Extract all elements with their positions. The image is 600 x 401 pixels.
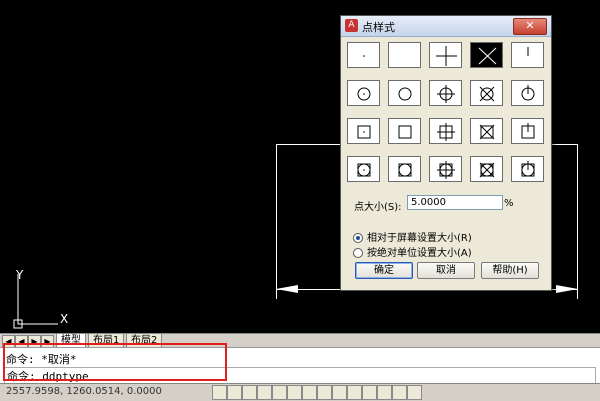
dimension-top-line xyxy=(276,144,340,145)
point-style-grid xyxy=(347,42,544,182)
point-style-circle-square-x[interactable] xyxy=(470,156,503,182)
radio-absolute-row[interactable]: 按绝对单位设置大小(A) xyxy=(353,244,472,259)
cancel-button[interactable]: 取消 xyxy=(417,262,475,279)
point-style-square[interactable] xyxy=(388,118,421,144)
point-style-square-tick[interactable] xyxy=(511,118,544,144)
model-space-icon[interactable] xyxy=(392,385,407,400)
point-style-circle-square-dot[interactable] xyxy=(347,156,380,182)
snap-tracking-icon[interactable] xyxy=(287,385,302,400)
annotation-icon[interactable] xyxy=(407,385,422,400)
point-style-circle-square[interactable] xyxy=(388,156,421,182)
point-style-tick[interactable] xyxy=(511,42,544,68)
radio-relative[interactable] xyxy=(353,233,363,243)
highlight-box xyxy=(3,343,227,381)
grid-display-icon[interactable] xyxy=(227,385,242,400)
ucs-x-label: X xyxy=(60,312,69,326)
dialog-titlebar[interactable]: A 点样式 ✕ xyxy=(341,16,551,37)
point-style-dot[interactable] xyxy=(347,42,380,68)
radio-absolute[interactable] xyxy=(353,248,363,258)
transparency-icon[interactable] xyxy=(377,385,392,400)
ucs-dynamic-icon[interactable] xyxy=(302,385,317,400)
point-style-none[interactable] xyxy=(388,42,421,68)
close-icon: ✕ xyxy=(525,19,535,32)
help-button[interactable]: 帮助(H) xyxy=(481,262,539,279)
dynamic-input-icon[interactable] xyxy=(317,385,332,400)
lineweight-icon[interactable] xyxy=(332,385,347,400)
close-button[interactable]: ✕ xyxy=(513,18,547,35)
point-style-plus[interactable] xyxy=(429,42,462,68)
dimension-top-line-right xyxy=(551,144,578,145)
ucs-y-label: Y xyxy=(16,268,24,282)
point-style-circle-plus[interactable] xyxy=(429,80,462,106)
point-style-circle-x[interactable] xyxy=(470,80,503,106)
dimension-extension-left xyxy=(276,144,277,299)
point-style-circle-square-plus[interactable] xyxy=(429,156,462,182)
polar-tracking-icon[interactable] xyxy=(257,385,272,400)
object-snap-icon[interactable] xyxy=(272,385,287,400)
point-style-dialog: A 点样式 ✕ 点大小(S): 5.0000 % 相对于屏幕设置大小(R) 按绝… xyxy=(340,15,552,291)
point-style-square-dot[interactable] xyxy=(347,118,380,144)
ok-button[interactable]: 确定 xyxy=(355,262,413,279)
coordinates-readout: 2557.9598, 1260.0514, 0.0000 xyxy=(6,386,162,397)
dialog-title: 点样式 xyxy=(362,21,395,34)
point-style-circle-square-tick[interactable] xyxy=(511,156,544,182)
point-style-square-x[interactable] xyxy=(470,118,503,144)
selection-cycling-icon[interactable] xyxy=(362,385,377,400)
radio-relative-row[interactable]: 相对于屏幕设置大小(R) xyxy=(353,229,472,244)
point-style-square-plus[interactable] xyxy=(429,118,462,144)
point-size-label: 点大小(S): xyxy=(354,202,402,213)
point-style-circle[interactable] xyxy=(388,80,421,106)
quick-properties-icon[interactable] xyxy=(347,385,362,400)
dimension-extension-right xyxy=(577,144,578,299)
point-style-circle-tick[interactable] xyxy=(511,80,544,106)
point-size-input[interactable]: 5.0000 xyxy=(407,195,503,210)
radio-absolute-label: 按绝对单位设置大小(A) xyxy=(367,248,472,259)
point-style-x-selected[interactable] xyxy=(470,42,503,68)
point-style-circle-dot[interactable] xyxy=(347,80,380,106)
app-icon: A xyxy=(345,19,358,32)
point-size-unit: % xyxy=(504,198,514,209)
snap-mode-icon[interactable] xyxy=(212,385,227,400)
radio-relative-label: 相对于屏幕设置大小(R) xyxy=(367,233,472,244)
status-bar: 2557.9598, 1260.0514, 0.0000 xyxy=(0,383,600,401)
ortho-mode-icon[interactable] xyxy=(242,385,257,400)
